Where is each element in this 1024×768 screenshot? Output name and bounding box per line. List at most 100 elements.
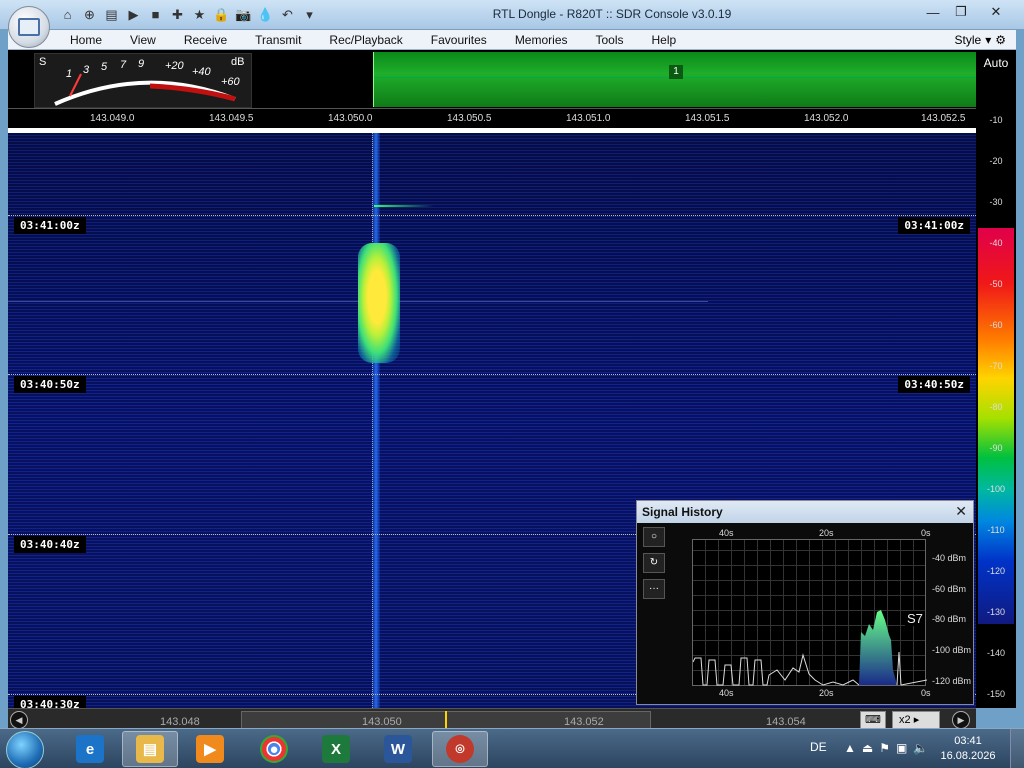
- app-menu-button[interactable]: [8, 6, 50, 48]
- menu-rec-playback[interactable]: Rec/Playback: [315, 30, 416, 49]
- close-button[interactable]: ✕: [976, 2, 1016, 22]
- taskbar: e ▤ ▶ ● X W ⌾ DE ▲ ⏏ ⚑ ▣ 🔈 03:41 16.08.2…: [0, 728, 1024, 768]
- frequency-scale[interactable]: 143.049.0 143.049.5 143.050.0 143.050.5 …: [8, 108, 976, 128]
- time-gridline: [8, 215, 976, 216]
- colour-scale-label: -130: [986, 607, 1005, 617]
- signal-history-record-button[interactable]: ○: [643, 527, 665, 547]
- flag-icon[interactable]: ⚑: [879, 741, 890, 755]
- system-tray: DE ▲ ⏏ ⚑ ▣ 🔈 03:41 16.08.2026: [800, 729, 1024, 768]
- menu-memories[interactable]: Memories: [501, 30, 582, 49]
- time-label: 03:40:50z: [14, 376, 86, 393]
- scroll-right-button[interactable]: ▶: [952, 711, 970, 729]
- colour-scale-label: -60: [989, 320, 1003, 330]
- taskbar-internet-explorer[interactable]: e: [62, 731, 118, 767]
- menu-receive[interactable]: Receive: [170, 30, 241, 49]
- s-meter-tick: 3: [83, 64, 90, 76]
- title-bar: ⌂ ⊕ ▤ ▶ ■ ✚ ★ 🔒 📷 💧 ↶ ▾ RTL Dongle - R820T :: SDR C…: [0, 0, 1024, 30]
- zoom-value: x2: [899, 714, 911, 726]
- sdr-console-icon: ⌾: [446, 735, 474, 763]
- menu-favourites[interactable]: Favourites: [417, 30, 501, 49]
- chrome-icon: ●: [260, 735, 288, 763]
- zoom-selector[interactable]: x2 ▸: [892, 711, 940, 729]
- colour-scale-label: -110: [987, 525, 1005, 535]
- s-meter: S dB 1 3 5 7 9 +20 +40 +60: [34, 53, 252, 108]
- chevron-up-icon[interactable]: ▲: [844, 741, 856, 755]
- menu-transmit[interactable]: Transmit: [241, 30, 315, 49]
- band-freq-label: 143.054: [766, 716, 806, 728]
- keyboard-icon[interactable]: ⌨: [860, 711, 886, 729]
- colour-scale-label: -20: [989, 156, 1003, 166]
- time-axis-label: 0s: [921, 528, 931, 538]
- colour-scale[interactable]: -10 -20 -30 -40 -50 -60 -70 -80 -90 -100…: [976, 80, 1016, 708]
- menu-tools[interactable]: Tools: [582, 30, 638, 49]
- colour-scale-label: -100: [986, 484, 1005, 494]
- menu-help[interactable]: Help: [638, 30, 691, 49]
- tuned-frequency-marker: [445, 711, 447, 729]
- scroll-left-button[interactable]: ◀: [10, 711, 28, 729]
- freq-tick: 143.049.0: [90, 113, 135, 124]
- freq-tick: 143.051.0: [566, 113, 611, 124]
- colour-scale-label: -10: [989, 115, 1003, 125]
- s-meter-tick: 9: [138, 58, 145, 70]
- colour-scale-label: -40: [989, 238, 1003, 248]
- clock-date: 16.08.2026: [940, 750, 996, 762]
- colour-scale-label: -80: [989, 402, 1003, 412]
- style-menu[interactable]: Style ▾ ⚙: [955, 30, 1006, 50]
- usb-icon[interactable]: ⏏: [862, 741, 873, 755]
- signal-history-plot: [692, 539, 928, 686]
- app-logo-icon: [18, 18, 40, 36]
- s-meter-tick: +40: [192, 66, 211, 78]
- spectrum-display[interactable]: 1: [373, 52, 976, 107]
- bandscope-scroll-bar[interactable]: ◀ 143.048 143.050 143.052 143.054 ⌨ x2 ▸…: [8, 708, 976, 730]
- style-label: Style: [954, 33, 982, 47]
- s-unit-reading: S7: [905, 611, 925, 626]
- menu-home[interactable]: Home: [56, 30, 116, 49]
- taskbar-excel[interactable]: X: [308, 731, 364, 767]
- time-axis-label: 20s: [819, 528, 834, 538]
- show-desktop-button[interactable]: [1010, 729, 1024, 768]
- signal-trace: [374, 205, 434, 207]
- network-icon[interactable]: ▣: [896, 741, 907, 755]
- clock[interactable]: 03:41 16.08.2026: [938, 734, 998, 764]
- menu-view[interactable]: View: [116, 30, 170, 49]
- maximize-button[interactable]: ❐: [948, 2, 974, 22]
- dbm-axis-label: -80 dBm: [932, 614, 967, 624]
- s-meter-tick: 5: [101, 61, 108, 73]
- window-controls: — ❐ ✕: [920, 2, 1016, 22]
- minimize-button[interactable]: —: [920, 2, 946, 22]
- receiver-slot-badge[interactable]: 1: [669, 65, 683, 79]
- close-icon[interactable]: ✕: [955, 503, 967, 520]
- taskbar-chrome[interactable]: ●: [246, 731, 302, 767]
- chevron-down-icon: ▾: [985, 33, 992, 47]
- taskbar-sdr-console[interactable]: ⌾: [432, 731, 488, 767]
- signal-history-more-button[interactable]: ···: [643, 579, 665, 599]
- taskbar-media-player[interactable]: ▶: [182, 731, 238, 767]
- band-freq-label: 143.048: [160, 716, 200, 728]
- clock-time: 03:41: [954, 735, 982, 747]
- freq-tick: 143.052.0: [804, 113, 849, 124]
- time-label: 03:41:00z: [14, 217, 86, 234]
- dbm-axis-label: -100 dBm: [932, 645, 972, 655]
- taskbar-word[interactable]: W: [370, 731, 426, 767]
- media-player-icon: ▶: [196, 735, 224, 763]
- auto-button[interactable]: Auto: [976, 50, 1016, 76]
- signal-history-reset-button[interactable]: ↻: [643, 553, 665, 573]
- freq-tick: 143.050.0: [328, 113, 373, 124]
- language-indicator[interactable]: DE: [810, 740, 827, 754]
- s-meter-tick: 7: [120, 59, 127, 71]
- start-button[interactable]: [6, 731, 44, 768]
- time-gridline: [8, 374, 976, 375]
- volume-icon[interactable]: 🔈: [913, 741, 928, 755]
- gear-icon[interactable]: ⚙: [995, 30, 1006, 50]
- carrier-trace: [372, 133, 380, 708]
- taskbar-explorer[interactable]: ▤: [122, 731, 178, 767]
- colour-scale-label: -140: [986, 648, 1005, 658]
- freq-tick: 143.050.5: [447, 113, 492, 124]
- tuning-cursor[interactable]: [372, 133, 373, 708]
- colour-scale-label: -150: [986, 689, 1005, 699]
- time-axis-label: 0s: [921, 688, 931, 698]
- freq-tick: 143.052.5: [921, 113, 966, 124]
- time-label: 03:41:00z: [898, 217, 970, 234]
- s-meter-tick: 1: [66, 68, 73, 80]
- signal-history-title: Signal History: [637, 501, 973, 523]
